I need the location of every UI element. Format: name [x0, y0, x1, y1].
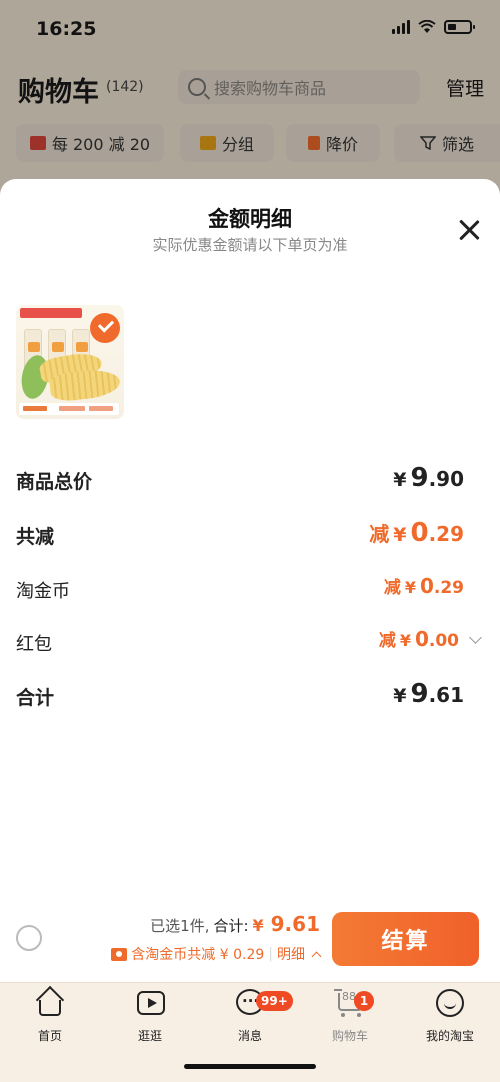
checkout-button[interactable]: 结算 [332, 912, 479, 966]
detail-label: 商品总价 [16, 471, 93, 493]
tab-label: 消息 [237, 1029, 262, 1043]
coin-discount-text: 含淘金币共减 ¥ 0.29 [131, 947, 265, 963]
tab-label: 购物车 [331, 1029, 368, 1043]
tab-cart[interactable]: 88 1 购物车 [300, 989, 400, 1044]
detail-label: 红包 [16, 634, 52, 655]
detail-row-coin: 淘金币 减 ¥0.29 [16, 573, 468, 607]
detail-row-red-packet[interactable]: 红包 减 ¥0.00 [16, 626, 482, 660]
message-badge: 99+ [256, 991, 293, 1011]
detail-value: ¥9.61 [393, 679, 464, 709]
detail-value: 减 ¥0.00 [379, 626, 482, 651]
detail-value: 减 ¥0.29 [369, 518, 464, 548]
total-price: ¥ 9.61 [252, 912, 320, 936]
tab-label: 逛逛 [137, 1029, 162, 1043]
detail-label: 合计 [16, 687, 55, 709]
select-all-checkbox[interactable] [16, 925, 42, 951]
selected-count: 已选1件, [150, 917, 210, 935]
close-icon[interactable] [458, 219, 480, 241]
thumb-footer [19, 403, 119, 415]
detail-link[interactable]: 明细 [277, 944, 305, 964]
tab-label: 首页 [37, 1029, 62, 1043]
promo-tag [20, 308, 82, 318]
total-label: 合计: [213, 917, 249, 935]
tab-label: 我的淘宝 [425, 1029, 474, 1043]
home-icon [35, 985, 65, 1017]
detail-row-subtotal: 商品总价 ¥9.90 [16, 463, 468, 497]
detail-row-total-discount: 共减 减 ¥0.29 [16, 518, 468, 552]
tab-browse[interactable]: 逛逛 [100, 989, 200, 1044]
check-icon[interactable] [90, 313, 120, 343]
amount-detail-sheet: 金额明细 实际优惠金额请以下单页为准 商品总价 ¥9.90 共减 减 ¥0.29 … [0, 179, 500, 982]
checkout-summary: 已选1件, 合计: ¥ 9.61 [150, 912, 320, 936]
cart-badge: 1 [354, 991, 374, 1011]
detail-row-total: 合计 ¥9.61 [16, 679, 468, 713]
coin-discount-info[interactable]: 含淘金币共减 ¥ 0.29 | 明细 [111, 944, 322, 964]
chevron-down-icon[interactable] [469, 631, 482, 644]
profile-icon [436, 989, 464, 1017]
tab-messages[interactable]: 99+ 消息 [200, 989, 300, 1044]
dim-overlay[interactable] [0, 0, 500, 200]
coin-icon [111, 947, 128, 961]
home-indicator [184, 1064, 316, 1069]
detail-label: 共减 [16, 526, 55, 548]
detail-label: 淘金币 [16, 581, 70, 602]
chevron-up-icon [311, 951, 322, 961]
detail-value: ¥9.90 [393, 463, 464, 493]
detail-value: 减 ¥0.29 [383, 574, 464, 598]
sheet-title: 金额明细 [208, 207, 292, 231]
tab-home[interactable]: 首页 [0, 985, 100, 1044]
video-icon [136, 989, 165, 1017]
sheet-subtitle: 实际优惠金额请以下单页为准 [152, 236, 348, 254]
tab-my-taobao[interactable]: 我的淘宝 [400, 989, 500, 1044]
